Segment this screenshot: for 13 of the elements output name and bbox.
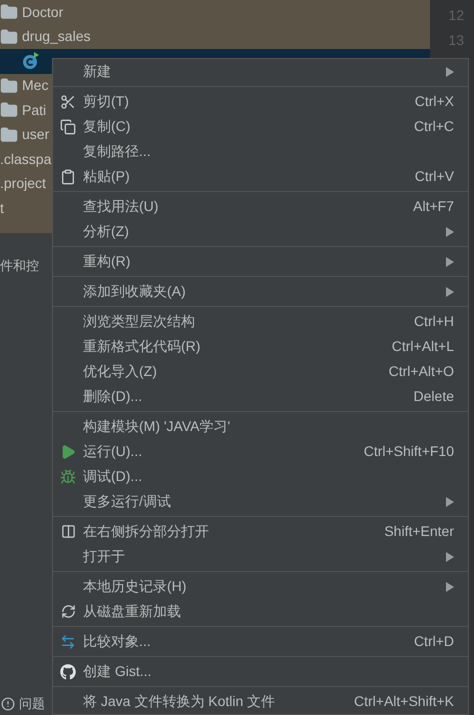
shortcut-label: Ctrl+Alt+Shift+K bbox=[354, 692, 454, 711]
shortcut-label: Shift+Enter bbox=[384, 522, 454, 541]
shortcut-label: Alt+F7 bbox=[413, 197, 454, 216]
shortcut-label: Delete bbox=[414, 387, 454, 406]
shortcut-label: Ctrl+D bbox=[414, 632, 454, 651]
shortcut-label: Ctrl+Alt+O bbox=[388, 362, 454, 381]
shortcut-label: Ctrl+C bbox=[414, 117, 454, 136]
shortcut-label: Ctrl+Alt+L bbox=[392, 337, 454, 356]
shortcut-label: Ctrl+V bbox=[414, 167, 454, 186]
panel-title: 件和控 bbox=[0, 258, 40, 272]
shortcut-label: Ctrl+H bbox=[414, 312, 454, 331]
shortcut-label: Ctrl+X bbox=[414, 92, 454, 111]
shortcut-label: Ctrl+Shift+F10 bbox=[364, 442, 454, 461]
